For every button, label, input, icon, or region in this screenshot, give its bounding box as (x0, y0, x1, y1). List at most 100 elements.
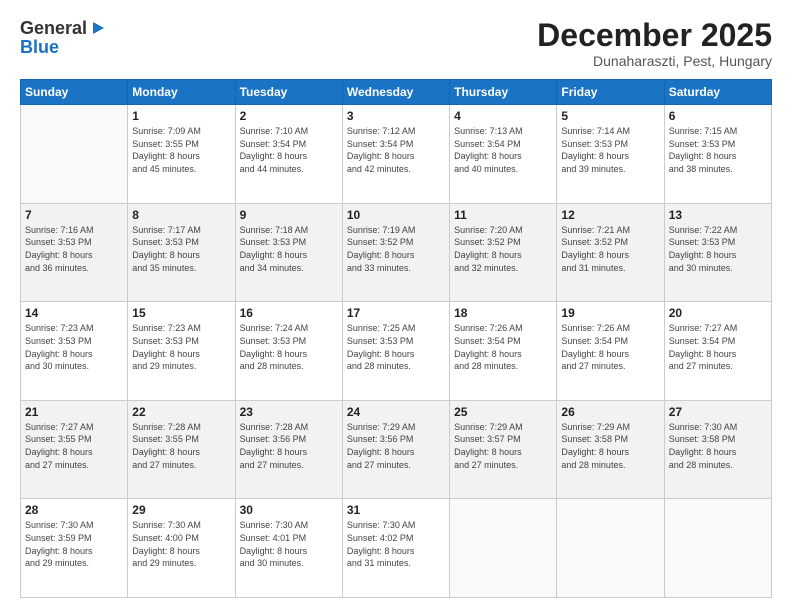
day-number: 7 (25, 208, 123, 222)
calendar-week-row: 14 Sunrise: 7:23 AMSunset: 3:53 PMDayligh… (21, 302, 772, 401)
day-info: Sunrise: 7:10 AMSunset: 3:54 PMDaylight:… (240, 125, 338, 175)
day-number: 15 (132, 306, 230, 320)
day-info: Sunrise: 7:29 AMSunset: 3:57 PMDaylight:… (454, 421, 552, 471)
day-number: 18 (454, 306, 552, 320)
day-info: Sunrise: 7:14 AMSunset: 3:53 PMDaylight:… (561, 125, 659, 175)
day-number: 16 (240, 306, 338, 320)
day-number: 24 (347, 405, 445, 419)
day-info: Sunrise: 7:30 AMSunset: 4:01 PMDaylight:… (240, 519, 338, 569)
calendar-cell: 19 Sunrise: 7:26 AMSunset: 3:54 PMDayligh… (557, 302, 664, 401)
day-number: 21 (25, 405, 123, 419)
day-info: Sunrise: 7:21 AMSunset: 3:52 PMDaylight:… (561, 224, 659, 274)
day-info: Sunrise: 7:28 AMSunset: 3:55 PMDaylight:… (132, 421, 230, 471)
calendar-cell: 1Sunrise: 7:09 AMSunset: 3:55 PMDaylight… (128, 105, 235, 204)
day-info: Sunrise: 7:20 AMSunset: 3:52 PMDaylight:… (454, 224, 552, 274)
calendar-cell: 12 Sunrise: 7:21 AMSunset: 3:52 PMDayligh… (557, 203, 664, 302)
day-info: Sunrise: 7:23 AMSunset: 3:53 PMDaylight:… (132, 322, 230, 372)
logo: General Blue (20, 18, 104, 58)
month-title: December 2025 (537, 18, 772, 53)
calendar-cell: 23 Sunrise: 7:28 AMSunset: 3:56 PMDayligh… (235, 400, 342, 499)
day-number: 4 (454, 109, 552, 123)
day-info: Sunrise: 7:17 AMSunset: 3:53 PMDaylight:… (132, 224, 230, 274)
calendar-cell: 9Sunrise: 7:18 AMSunset: 3:53 PMDaylight… (235, 203, 342, 302)
day-number: 3 (347, 109, 445, 123)
day-info: Sunrise: 7:30 AMSunset: 4:00 PMDaylight:… (132, 519, 230, 569)
day-info: Sunrise: 7:30 AMSunset: 3:59 PMDaylight:… (25, 519, 123, 569)
calendar-cell (557, 499, 664, 598)
calendar-cell: 16 Sunrise: 7:24 AMSunset: 3:53 PMDayligh… (235, 302, 342, 401)
day-info: Sunrise: 7:23 AMSunset: 3:53 PMDaylight:… (25, 322, 123, 372)
day-info: Sunrise: 7:24 AMSunset: 3:53 PMDaylight:… (240, 322, 338, 372)
day-number: 22 (132, 405, 230, 419)
day-number: 23 (240, 405, 338, 419)
day-number: 6 (669, 109, 767, 123)
calendar-week-row: 7 Sunrise: 7:16 AMSunset: 3:53 PMDaylight… (21, 203, 772, 302)
calendar-cell: 7 Sunrise: 7:16 AMSunset: 3:53 PMDaylight… (21, 203, 128, 302)
calendar-cell: 6 Sunrise: 7:15 AMSunset: 3:53 PMDaylight… (664, 105, 771, 204)
day-info: Sunrise: 7:12 AMSunset: 3:54 PMDaylight:… (347, 125, 445, 175)
day-number: 8 (132, 208, 230, 222)
day-number: 31 (347, 503, 445, 517)
calendar-cell: 22 Sunrise: 7:28 AMSunset: 3:55 PMDayligh… (128, 400, 235, 499)
calendar-cell (21, 105, 128, 204)
day-number: 26 (561, 405, 659, 419)
calendar-cell: 3 Sunrise: 7:12 AMSunset: 3:54 PMDaylight… (342, 105, 449, 204)
weekday-header-saturday: Saturday (664, 80, 771, 105)
calendar-cell: 26 Sunrise: 7:29 AMSunset: 3:58 PMDayligh… (557, 400, 664, 499)
calendar-cell: 28 Sunrise: 7:30 AMSunset: 3:59 PMDayligh… (21, 499, 128, 598)
day-number: 19 (561, 306, 659, 320)
calendar-week-row: 28 Sunrise: 7:30 AMSunset: 3:59 PMDayligh… (21, 499, 772, 598)
day-info: Sunrise: 7:26 AMSunset: 3:54 PMDaylight:… (561, 322, 659, 372)
weekday-header-friday: Friday (557, 80, 664, 105)
weekday-header-tuesday: Tuesday (235, 80, 342, 105)
day-number: 25 (454, 405, 552, 419)
day-number: 12 (561, 208, 659, 222)
calendar-cell: 17 Sunrise: 7:25 AMSunset: 3:53 PMDayligh… (342, 302, 449, 401)
day-number: 28 (25, 503, 123, 517)
calendar-cell: 4 Sunrise: 7:13 AMSunset: 3:54 PMDaylight… (450, 105, 557, 204)
calendar-cell: 20Sunrise: 7:27 AMSunset: 3:54 PMDayligh… (664, 302, 771, 401)
calendar-week-row: 1Sunrise: 7:09 AMSunset: 3:55 PMDaylight… (21, 105, 772, 204)
calendar-cell: 29Sunrise: 7:30 AMSunset: 4:00 PMDayligh… (128, 499, 235, 598)
day-info: Sunrise: 7:16 AMSunset: 3:53 PMDaylight:… (25, 224, 123, 274)
calendar-cell (664, 499, 771, 598)
calendar-table: SundayMondayTuesdayWednesdayThursdayFrid… (20, 79, 772, 598)
day-info: Sunrise: 7:29 AMSunset: 3:58 PMDaylight:… (561, 421, 659, 471)
day-info: Sunrise: 7:25 AMSunset: 3:53 PMDaylight:… (347, 322, 445, 372)
header: General Blue December 2025 Dunaharaszti,… (20, 18, 772, 69)
day-info: Sunrise: 7:22 AMSunset: 3:53 PMDaylight:… (669, 224, 767, 274)
day-info: Sunrise: 7:26 AMSunset: 3:54 PMDaylight:… (454, 322, 552, 372)
calendar-cell: 27Sunrise: 7:30 AMSunset: 3:58 PMDayligh… (664, 400, 771, 499)
day-number: 17 (347, 306, 445, 320)
day-info: Sunrise: 7:15 AMSunset: 3:53 PMDaylight:… (669, 125, 767, 175)
day-info: Sunrise: 7:29 AMSunset: 3:56 PMDaylight:… (347, 421, 445, 471)
calendar-cell: 8 Sunrise: 7:17 AMSunset: 3:53 PMDaylight… (128, 203, 235, 302)
day-number: 13 (669, 208, 767, 222)
calendar-cell: 10Sunrise: 7:19 AMSunset: 3:52 PMDayligh… (342, 203, 449, 302)
weekday-header-monday: Monday (128, 80, 235, 105)
day-number: 14 (25, 306, 123, 320)
logo-arrow-icon (88, 20, 104, 36)
calendar-cell: 18 Sunrise: 7:26 AMSunset: 3:54 PMDayligh… (450, 302, 557, 401)
day-number: 20 (669, 306, 767, 320)
calendar-cell (450, 499, 557, 598)
day-info: Sunrise: 7:13 AMSunset: 3:54 PMDaylight:… (454, 125, 552, 175)
day-number: 2 (240, 109, 338, 123)
calendar-cell: 11 Sunrise: 7:20 AMSunset: 3:52 PMDayligh… (450, 203, 557, 302)
day-number: 11 (454, 208, 552, 222)
weekday-header-row: SundayMondayTuesdayWednesdayThursdayFrid… (21, 80, 772, 105)
day-number: 30 (240, 503, 338, 517)
day-info: Sunrise: 7:28 AMSunset: 3:56 PMDaylight:… (240, 421, 338, 471)
calendar-cell: 5 Sunrise: 7:14 AMSunset: 3:53 PMDaylight… (557, 105, 664, 204)
calendar-week-row: 21Sunrise: 7:27 AMSunset: 3:55 PMDayligh… (21, 400, 772, 499)
day-info: Sunrise: 7:19 AMSunset: 3:52 PMDaylight:… (347, 224, 445, 274)
calendar-cell: 2 Sunrise: 7:10 AMSunset: 3:54 PMDaylight… (235, 105, 342, 204)
day-info: Sunrise: 7:09 AMSunset: 3:55 PMDaylight:… (132, 125, 230, 175)
calendar-cell: 13 Sunrise: 7:22 AMSunset: 3:53 PMDayligh… (664, 203, 771, 302)
calendar-cell: 21Sunrise: 7:27 AMSunset: 3:55 PMDayligh… (21, 400, 128, 499)
weekday-header-thursday: Thursday (450, 80, 557, 105)
title-block: December 2025 Dunaharaszti, Pest, Hungar… (537, 18, 772, 69)
calendar-cell: 31Sunrise: 7:30 AMSunset: 4:02 PMDayligh… (342, 499, 449, 598)
weekday-header-wednesday: Wednesday (342, 80, 449, 105)
day-number: 5 (561, 109, 659, 123)
